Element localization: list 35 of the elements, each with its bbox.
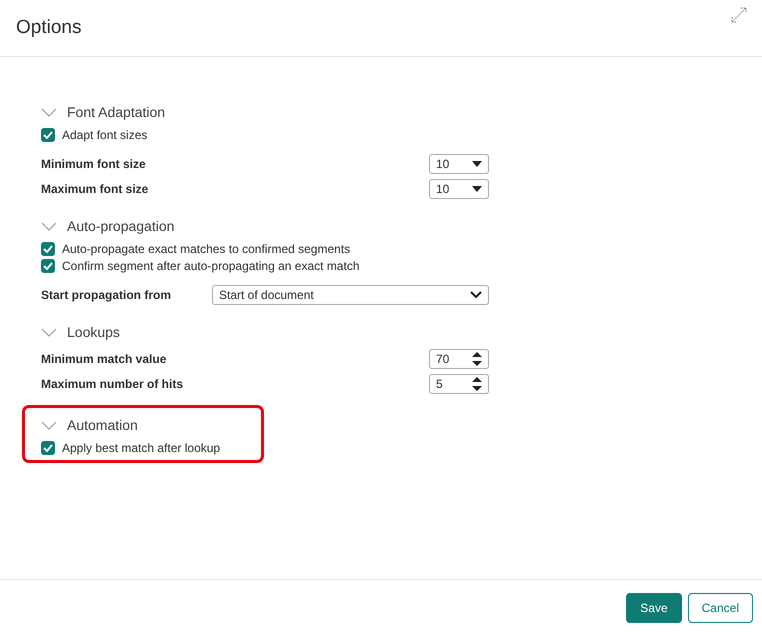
section-title: Auto-propagation	[67, 216, 174, 236]
field-label: Maximum font size	[41, 180, 148, 198]
field-label: Maximum number of hits	[41, 376, 184, 392]
chevron-icon[interactable]	[41, 221, 57, 231]
field-label: Start propagation from	[41, 286, 172, 304]
dropdown[interactable]: 10	[429, 154, 489, 174]
chevron-icon[interactable]	[41, 327, 57, 337]
checkbox[interactable]	[41, 258, 55, 272]
dialog-title: Options	[16, 16, 82, 40]
chevron-icon[interactable]	[41, 420, 57, 430]
section-title: Font Adaptation	[67, 102, 166, 122]
section-title: Automation	[67, 416, 138, 434]
field-label: Minimum match value	[41, 350, 166, 368]
cancel-button[interactable]: Cancel	[688, 593, 753, 623]
checkbox[interactable]	[41, 242, 55, 256]
spinner-arrows-icon	[472, 352, 482, 366]
number-spinner[interactable]: 70	[429, 348, 489, 368]
chevron-icon[interactable]	[41, 107, 57, 117]
checkbox-label: Confirm segment after auto-propagating an exact match	[62, 258, 360, 274]
checkbox-label: Adapt font sizes	[62, 126, 148, 144]
spinner-arrows-icon	[472, 376, 482, 390]
checkbox-label: Apply best match after lookup	[62, 440, 220, 456]
field-label: Minimum font size	[41, 156, 146, 172]
checkbox[interactable]	[41, 128, 55, 142]
number-spinner[interactable]: 5	[429, 374, 489, 394]
dropdown-arrow-icon	[472, 160, 482, 166]
dropdown[interactable]: 10	[429, 178, 489, 198]
dropdown-arrow-icon	[472, 186, 482, 192]
dropdown[interactable]: Start of document	[212, 284, 489, 304]
checkbox-label: Auto-propagate exact matches to confirmed segments	[62, 240, 350, 258]
checkbox[interactable]	[41, 440, 55, 454]
chevron-down-icon	[470, 290, 482, 298]
expand-icon[interactable]	[730, 6, 748, 24]
save-button[interactable]: Save	[626, 593, 682, 623]
section-title: Lookups	[67, 322, 120, 342]
